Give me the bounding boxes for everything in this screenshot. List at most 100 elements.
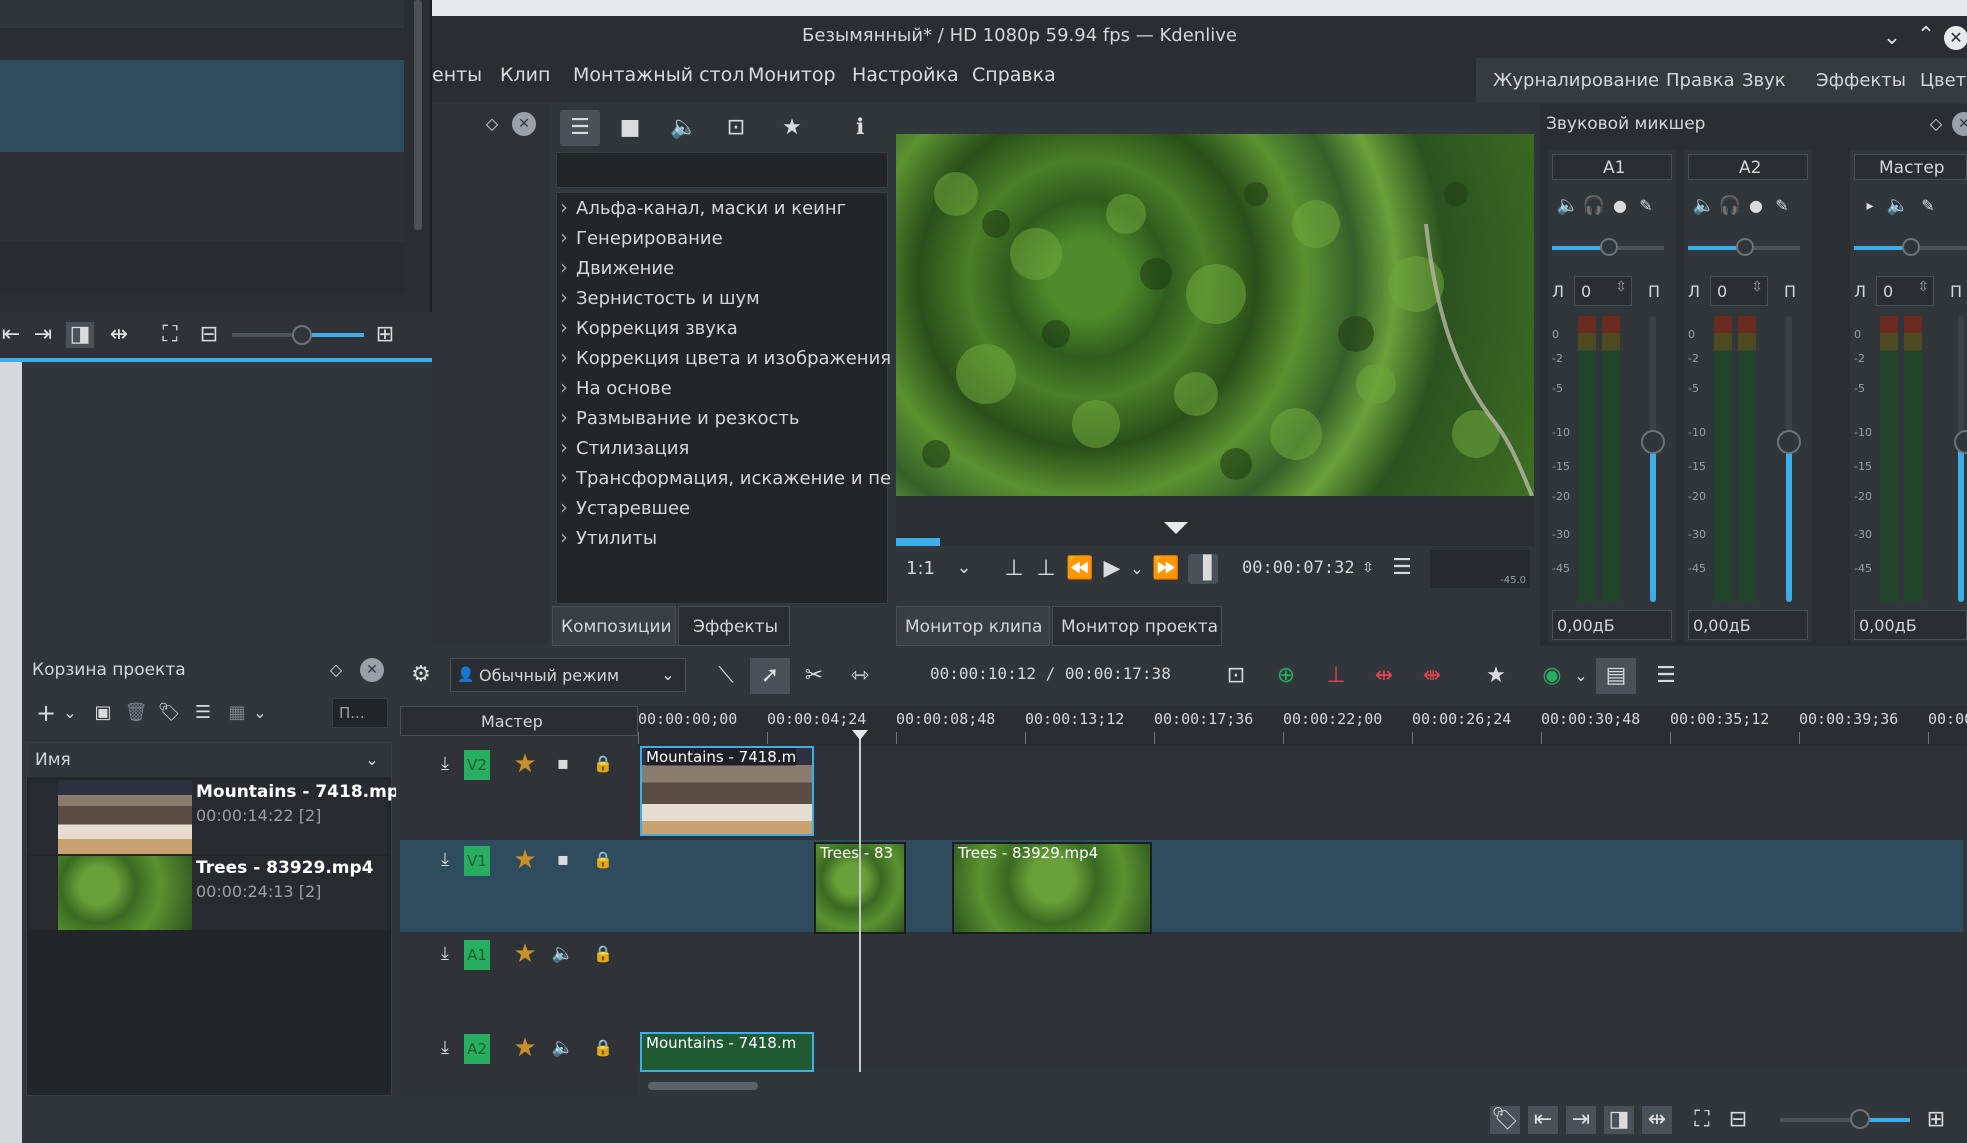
collapse-track-icon[interactable]: ⤓ xyxy=(432,846,458,874)
master-header[interactable]: Мастер xyxy=(400,706,638,736)
tab-compositions[interactable]: Композиции xyxy=(552,606,676,646)
bin-search-input[interactable]: П... xyxy=(332,698,388,728)
play-icon[interactable]: ▶ xyxy=(1100,558,1124,580)
grid-view-icon[interactable]: ▦ xyxy=(224,700,250,726)
lock-icon[interactable]: 🔒 xyxy=(590,846,616,874)
star-icon[interactable]: ★ xyxy=(512,846,538,874)
tag-icon[interactable]: 🏷 xyxy=(156,700,182,726)
overwrite-icon[interactable]: ⊥ xyxy=(1322,662,1350,690)
floating-window-scrollbar[interactable] xyxy=(414,0,422,230)
add-folder-icon[interactable]: ▣ xyxy=(90,700,116,726)
set-out-icon[interactable]: ⊥ xyxy=(1034,558,1058,580)
playhead-marker[interactable] xyxy=(852,730,868,740)
close-icon[interactable]: ✕ xyxy=(512,112,536,136)
close-icon[interactable]: ✕ xyxy=(1952,112,1967,136)
thumbnail-icon[interactable]: ◨ xyxy=(1604,1106,1634,1134)
effect-category[interactable]: На основе xyxy=(560,375,672,399)
workspace-effects[interactable]: Эффекты xyxy=(1816,70,1906,91)
float-icon[interactable]: ◇ xyxy=(482,114,502,134)
effect-category[interactable]: Коррекция цвета и изображения xyxy=(560,345,891,369)
collapse-track-icon[interactable]: ⤓ xyxy=(432,940,458,968)
set-in-icon[interactable]: ⊥ xyxy=(1002,558,1026,580)
pan-slider[interactable] xyxy=(1552,238,1664,256)
razor-tool-icon[interactable]: ✂ xyxy=(800,662,828,690)
effect-category[interactable]: Размывание и резкость xyxy=(560,405,800,429)
thumbnail-icon[interactable]: ◨ xyxy=(66,322,94,348)
video-effects-icon[interactable]: ■ xyxy=(614,112,646,144)
favorites-icon[interactable]: ★ xyxy=(1482,662,1510,690)
close-icon[interactable]: ✕ xyxy=(360,658,384,682)
menu-timeline[interactable]: Монтажный стол xyxy=(573,64,744,86)
track-name-badge[interactable]: A1 xyxy=(464,940,490,970)
record-audio-icon[interactable]: ◉ xyxy=(1538,662,1566,690)
video-preview[interactable] xyxy=(896,134,1534,496)
extract-icon[interactable]: ⇹ xyxy=(1370,662,1398,690)
effect-category[interactable]: Движение xyxy=(560,255,674,279)
volume-fader[interactable] xyxy=(1777,316,1801,602)
zoom-out-icon[interactable]: ⊟ xyxy=(198,324,220,346)
chevron-down-icon[interactable]: ⌄ xyxy=(1572,662,1590,690)
horizontal-scrollbar[interactable] xyxy=(648,1082,758,1090)
star-icon[interactable]: ★ xyxy=(512,750,538,778)
mute-icon[interactable]: 🔈 xyxy=(550,940,576,968)
bin-item[interactable]: Trees - 83929.mp4 00:00:24:13 [2] xyxy=(30,856,388,930)
snap-icon[interactable]: ⇤ xyxy=(0,324,22,346)
level-readout[interactable]: 0,00дБ xyxy=(1552,610,1672,640)
monitor-ruler[interactable] xyxy=(896,496,1534,546)
chevron-down-icon[interactable]: ⌄ xyxy=(1128,558,1146,580)
mute-icon[interactable]: 🔈 xyxy=(550,1034,576,1062)
tab-project-monitor[interactable]: Монитор проекта xyxy=(1052,606,1222,646)
snap-icon[interactable]: ⇤ xyxy=(1528,1106,1558,1134)
mute-icon[interactable]: 🔈 xyxy=(1556,194,1580,218)
track-header-v2[interactable]: ⤓ V2 ★ ▪ 🔒 xyxy=(400,746,638,786)
level-readout[interactable]: 0,00дБ xyxy=(1854,610,1967,640)
lock-icon[interactable]: 🔒 xyxy=(590,1034,616,1062)
menu-settings[interactable]: Настройка xyxy=(852,64,959,86)
workspace-editing[interactable]: Правка xyxy=(1666,70,1735,91)
star-icon[interactable]: ★ xyxy=(512,940,538,968)
pan-spinbox[interactable]: 0 ⇳ xyxy=(1574,276,1632,306)
float-icon[interactable]: ◇ xyxy=(326,660,346,680)
info-icon[interactable]: ℹ xyxy=(844,112,876,144)
chevron-down-icon[interactable]: ⌄ xyxy=(954,558,974,578)
track-lane-v2[interactable] xyxy=(638,746,1967,840)
fit-zoom-icon[interactable]: ⛶ xyxy=(158,324,182,346)
effects-search-input[interactable] xyxy=(556,152,888,188)
monitor-icon[interactable]: ✎ xyxy=(1634,194,1658,218)
mute-icon[interactable]: 🔈 xyxy=(1886,194,1910,218)
pan-spinbox[interactable]: 0 ⇳ xyxy=(1876,276,1934,306)
audio-thumb-icon[interactable]: ▐ xyxy=(1188,554,1218,584)
pan-spinbox[interactable]: 0 ⇳ xyxy=(1710,276,1768,306)
effect-category[interactable]: Зернистость и шум xyxy=(560,285,760,309)
star-icon[interactable]: ★ xyxy=(512,1034,538,1062)
gear-icon[interactable]: ⚙ xyxy=(408,662,434,688)
zone-bar[interactable] xyxy=(896,538,940,546)
add-clip-icon[interactable]: + xyxy=(34,700,58,726)
favorites-icon[interactable]: ★ xyxy=(776,112,808,144)
tab-effects[interactable]: Эффекты xyxy=(678,606,790,646)
timeline-playhead[interactable] xyxy=(859,730,861,1072)
audio-effects-icon[interactable]: 🔈 xyxy=(668,112,700,144)
zoom-in-icon[interactable]: ⊞ xyxy=(374,324,396,346)
zoom-in-icon[interactable]: ⊞ xyxy=(1922,1106,1950,1134)
delete-icon[interactable]: 🗑 xyxy=(124,700,148,726)
menu-monitor[interactable]: Монитор xyxy=(748,64,836,86)
ripple-icon[interactable]: ⇥ xyxy=(1566,1106,1596,1134)
workspace-color[interactable]: Цвет xyxy=(1920,70,1966,91)
lock-icon[interactable]: 🔒 xyxy=(590,940,616,968)
preview-render-icon[interactable]: ▤ xyxy=(1596,658,1636,694)
bin-column-header[interactable]: Имя ⌄ xyxy=(27,743,391,777)
tab-clip-monitor[interactable]: Монитор клипа xyxy=(896,606,1050,646)
monitor-icon[interactable]: ✎ xyxy=(1916,194,1940,218)
forward-icon[interactable]: ⏩ xyxy=(1152,558,1179,580)
custom-effects-icon[interactable]: ⊡ xyxy=(720,112,752,144)
timeline-clip-v1[interactable]: Trees - 83929.mp4 xyxy=(952,842,1152,934)
pan-slider[interactable] xyxy=(1688,238,1800,256)
collapse-track-icon[interactable]: ⤓ xyxy=(432,1034,458,1062)
zoom-out-icon[interactable]: ⊟ xyxy=(1724,1106,1752,1134)
mute-icon[interactable]: 🔈 xyxy=(1692,194,1716,218)
solo-icon[interactable]: 🎧 xyxy=(1718,194,1742,218)
monitor-icon[interactable]: ✎ xyxy=(1770,194,1794,218)
menu-tools[interactable]: енты xyxy=(432,64,482,86)
fit-icon[interactable]: ⊡ xyxy=(1222,662,1250,690)
